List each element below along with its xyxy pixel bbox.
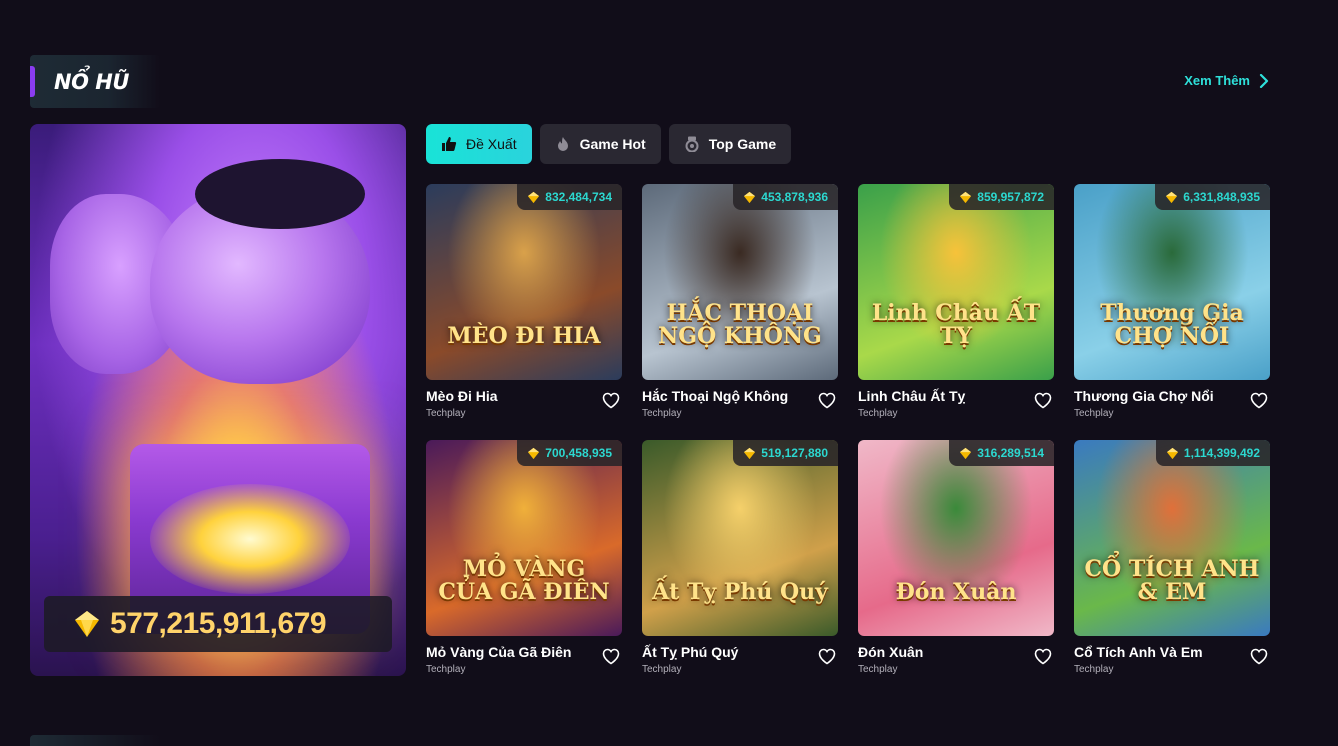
tab-recommended[interactable]: Đề Xuất [426, 124, 532, 164]
game-jackpot-badge: 316,289,514 [949, 440, 1054, 466]
chevron-right-icon [1259, 73, 1269, 88]
heart-icon[interactable] [1250, 392, 1268, 409]
game-provider: Techplay [858, 664, 898, 675]
game-jackpot-amount: 859,957,872 [977, 190, 1044, 204]
game-provider: Techplay [1074, 664, 1114, 675]
heart-icon[interactable] [1250, 648, 1268, 665]
game-card: Ất Tỵ Phú Quý 519,127,880 Ất Tỵ Phú Quý Tec… [642, 440, 838, 675]
gold-gem-icon [1166, 191, 1178, 203]
gold-glow-art [150, 484, 350, 594]
game-art-title: CỔ TÍCH ANH & EM [1084, 555, 1260, 605]
game-thumbnail[interactable]: Thương Gia CHỢ NỔI 6,331,848,935 [1074, 184, 1270, 380]
game-jackpot-badge: 6,331,848,935 [1155, 184, 1270, 210]
flame-icon [557, 137, 568, 151]
section-header: NỔ HŨ [30, 55, 160, 108]
game-jackpot-amount: 700,458,935 [545, 446, 612, 460]
featured-jackpot-banner[interactable]: 577,215,911,679 [30, 124, 406, 676]
medal-icon [685, 136, 699, 152]
game-provider: Techplay [426, 664, 466, 675]
gold-gem-icon [528, 191, 540, 203]
game-provider: Techplay [642, 664, 682, 675]
game-jackpot-amount: 6,331,848,935 [1183, 190, 1260, 204]
see-more-label: Xem Thêm [1184, 73, 1250, 88]
game-name[interactable]: Đón Xuân [858, 644, 923, 660]
game-name[interactable]: Cổ Tích Anh Và Em [1074, 644, 1203, 660]
gold-gem-icon [960, 447, 972, 459]
game-provider: Techplay [858, 408, 898, 419]
game-thumbnail[interactable]: CỔ TÍCH ANH & EM 1,114,399,492 [1074, 440, 1270, 636]
game-jackpot-amount: 1,114,399,492 [1183, 446, 1260, 460]
gold-gem-icon [75, 611, 99, 637]
total-jackpot-amount: 577,215,911,679 [110, 607, 327, 640]
gold-gem-icon [744, 191, 756, 203]
game-name[interactable]: Thương Gia Chợ Nổi [1074, 388, 1214, 404]
game-jackpot-amount: 316,289,514 [977, 446, 1044, 460]
game-thumbnail[interactable]: Linh Châu ẤT TỴ 859,957,872 [858, 184, 1054, 380]
game-thumbnail[interactable]: Đón Xuân 316,289,514 [858, 440, 1054, 636]
game-art-title: HẮC THOẠI NGỘ KHÔNG [658, 299, 822, 349]
gold-gem-icon [960, 191, 972, 203]
game-card: Đón Xuân 316,289,514 Đón Xuân Techplay [858, 440, 1054, 675]
game-card: MÈO ĐI HIA 832,484,734 Mèo Đi Hia Techplay [426, 184, 622, 419]
game-thumbnail[interactable]: MÈO ĐI HIA 832,484,734 [426, 184, 622, 380]
game-card: HẮC THOẠI NGỘ KHÔNG 453,878,936 Hắc Thoại … [642, 184, 838, 419]
game-name[interactable]: Mèo Đi Hia [426, 388, 498, 404]
game-art-title: MÈO ĐI HIA [447, 322, 601, 349]
gold-gem-icon [744, 447, 756, 459]
game-jackpot-badge: 1,114,399,492 [1155, 440, 1270, 466]
heart-icon[interactable] [818, 392, 836, 409]
tab-top-game[interactable]: Top Game [668, 124, 792, 164]
game-jackpot-badge: 519,127,880 [733, 440, 838, 466]
game-thumbnail[interactable]: HẮC THOẠI NGỘ KHÔNG 453,878,936 [642, 184, 838, 380]
game-jackpot-badge: 453,878,936 [733, 184, 838, 210]
game-art-title: Linh Châu ẤT TỴ [871, 299, 1041, 349]
gold-gem-icon [1166, 447, 1178, 459]
game-jackpot-amount: 832,484,734 [545, 190, 612, 204]
heart-icon[interactable] [1034, 392, 1052, 409]
game-provider: Techplay [642, 408, 682, 419]
game-name[interactable]: Linh Châu Ất Tỵ [858, 388, 965, 404]
heart-icon[interactable] [818, 648, 836, 665]
game-art-title: Đón Xuân [895, 578, 1017, 605]
tab-label: Đề Xuất [466, 136, 517, 152]
game-card: Linh Châu ẤT TỴ 859,957,872 Linh Châu Ất T… [858, 184, 1054, 419]
game-jackpot-badge: 700,458,935 [517, 440, 622, 466]
section-accent-bar [30, 66, 35, 97]
game-name[interactable]: Mỏ Vàng Của Gã Điên [426, 644, 571, 660]
game-art-title: MỎ VÀNG CỦA GÃ ĐIÊN [438, 555, 610, 605]
game-jackpot-amount: 519,127,880 [761, 446, 828, 460]
see-more-link[interactable]: Xem Thêm [1184, 73, 1270, 88]
section-title: NỔ HŨ [54, 70, 129, 94]
game-art-title: Thương Gia CHỢ NỔI [1100, 299, 1244, 349]
game-name[interactable]: Ất Tỵ Phú Quý [642, 644, 738, 660]
game-grid: MÈO ĐI HIA 832,484,734 Mèo Đi Hia Techplay H… [426, 184, 1270, 675]
heart-icon[interactable] [602, 392, 620, 409]
thumbs-up-icon [442, 137, 457, 151]
genie-hair-art [195, 159, 365, 229]
game-thumbnail[interactable]: Ất Tỵ Phú Quý 519,127,880 [642, 440, 838, 636]
game-name[interactable]: Hắc Thoại Ngộ Không [642, 388, 788, 404]
game-card: Thương Gia CHỢ NỔI 6,331,848,935 Thương Gi… [1074, 184, 1270, 419]
game-thumbnail[interactable]: MỎ VÀNG CỦA GÃ ĐIÊN 700,458,935 [426, 440, 622, 636]
game-card: CỔ TÍCH ANH & EM 1,114,399,492 Cổ Tích Anh… [1074, 440, 1270, 675]
game-provider: Techplay [1074, 408, 1114, 419]
game-art-title: Ất Tỵ Phú Quý [652, 578, 828, 605]
tab-game-hot[interactable]: Game Hot [539, 124, 661, 164]
category-tabs: Đề Xuất Game Hot Top Game [426, 124, 792, 164]
game-provider: Techplay [426, 408, 466, 419]
game-jackpot-badge: 859,957,872 [949, 184, 1054, 210]
tab-label: Game Hot [579, 136, 646, 152]
heart-icon[interactable] [602, 648, 620, 665]
tab-label: Top Game [708, 136, 777, 152]
heart-icon[interactable] [1034, 648, 1052, 665]
next-section-header [30, 735, 160, 746]
game-card: MỎ VÀNG CỦA GÃ ĐIÊN 700,458,935 Mỏ Vàng Củ… [426, 440, 622, 675]
total-jackpot-box: 577,215,911,679 [44, 596, 392, 652]
game-jackpot-amount: 453,878,936 [761, 190, 828, 204]
game-jackpot-badge: 832,484,734 [517, 184, 622, 210]
gold-gem-icon [528, 447, 540, 459]
